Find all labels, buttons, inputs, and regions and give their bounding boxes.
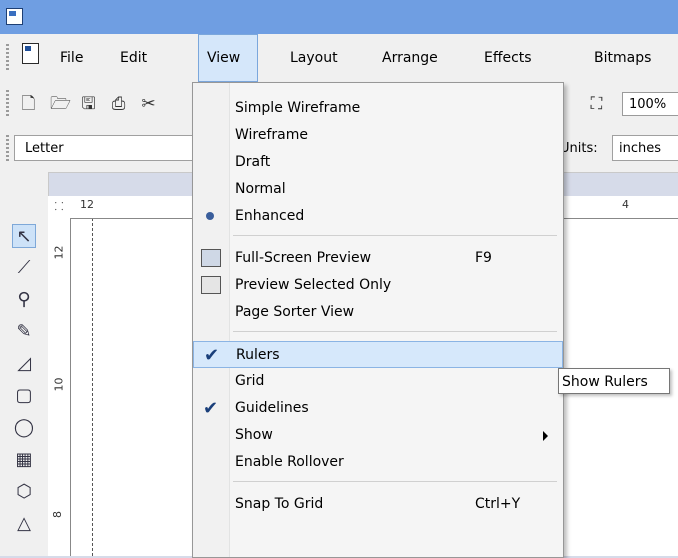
cut-icon[interactable]: ✂: [140, 94, 157, 114]
menu-item-page-sorter-view[interactable]: Page Sorter View: [193, 299, 563, 326]
menu-item-label: Rulers: [236, 347, 280, 363]
menu-item-preview-selected-only[interactable]: Preview Selected Only: [193, 272, 563, 299]
menu-view[interactable]: View: [198, 34, 258, 82]
smart-fill-tool-icon[interactable]: ◿: [12, 352, 36, 376]
ruler-label: 12: [80, 198, 94, 211]
menu-file[interactable]: File: [52, 34, 91, 82]
ellipse-tool-icon[interactable]: ◯: [12, 416, 36, 440]
zoom-level-field[interactable]: 100%: [622, 92, 678, 116]
menu-item-draft[interactable]: Draft: [193, 149, 563, 176]
zoom-icon[interactable]: ⛶: [588, 94, 605, 114]
save-icon[interactable]: 🖫: [80, 94, 97, 114]
basic-shapes-tool-icon[interactable]: ⬡: [12, 480, 36, 504]
menu-item-label: Preview Selected Only: [235, 277, 392, 293]
menu-item-shortcut: F9: [475, 250, 492, 266]
menu-bar: File Edit View Layout Arrange Effects Bi…: [0, 34, 678, 83]
print-icon[interactable]: ⎙: [110, 94, 127, 114]
menu-item-grid[interactable]: Grid: [193, 368, 563, 395]
menu-item-label: Enhanced: [235, 208, 305, 224]
menu-separator: [233, 235, 557, 236]
menu-item-shortcut: Ctrl+Y: [475, 496, 521, 512]
pick-tool-icon[interactable]: ↖: [12, 224, 36, 248]
menu-item-label: Simple Wireframe: [235, 100, 361, 116]
page-border: [92, 218, 93, 556]
ruler-origin-icon[interactable]: ⸬: [48, 196, 70, 218]
checkmark-icon: ✔: [204, 345, 220, 366]
new-document-icon[interactable]: 🗋: [20, 94, 37, 114]
menu-item-label: Enable Rollover: [235, 454, 344, 470]
app-icon[interactable]: [6, 8, 23, 25]
paper-size-select[interactable]: Letter: [14, 135, 214, 161]
monitor-icon: [201, 249, 221, 267]
ruler-label: 8: [51, 511, 64, 518]
menu-arrange[interactable]: Arrange: [374, 34, 446, 82]
document-menu-icon[interactable]: [22, 43, 39, 64]
menu-item-rulers[interactable]: ✔ Rulers: [193, 341, 563, 368]
menu-bitmaps[interactable]: Bitmaps: [586, 34, 659, 82]
checkmark-icon: ✔: [203, 398, 219, 419]
menu-item-label: Draft: [235, 154, 271, 170]
menu-item-guidelines[interactable]: ✔ Guidelines: [193, 395, 563, 422]
menu-item-label: Wireframe: [235, 127, 309, 143]
title-bar: [0, 0, 678, 34]
shape-tool-icon[interactable]: ⟋: [12, 256, 36, 280]
zoom-tool-icon[interactable]: ⚲: [12, 288, 36, 312]
rectangle-tool-icon[interactable]: ▢: [12, 384, 36, 408]
menu-item-normal[interactable]: Normal: [193, 176, 563, 203]
menu-effects[interactable]: Effects: [476, 34, 540, 82]
menu-layout[interactable]: Layout: [282, 34, 346, 82]
menu-item-enhanced[interactable]: Enhanced: [193, 203, 563, 230]
ruler-label: 10: [52, 377, 66, 392]
ruler-label: 12: [52, 245, 66, 260]
radio-selected-icon: [206, 212, 214, 220]
menu-item-wireframe[interactable]: Wireframe: [193, 122, 563, 149]
menu-item-enable-rollover[interactable]: Enable Rollover: [193, 449, 563, 476]
menubar-grip[interactable]: [6, 44, 9, 72]
open-folder-icon[interactable]: 🗁: [50, 94, 71, 114]
view-menu-dropdown: Simple Wireframe Wireframe Draft Normal …: [192, 82, 564, 558]
submenu-arrow-icon: [543, 431, 548, 441]
menu-item-label: Guidelines: [235, 400, 309, 416]
menu-separator: [233, 481, 557, 482]
property-bar-grip[interactable]: [6, 135, 9, 163]
menu-item-snap-to-grid[interactable]: Snap To Grid Ctrl+Y: [193, 491, 563, 518]
menu-item-label: Show: [235, 427, 273, 443]
ruler-label: 4: [622, 198, 629, 211]
menu-item-label: Full-Screen Preview: [235, 250, 372, 266]
toolbox: ↖ ⟋ ⚲ ✎ ◿ ▢ ◯ ▦ ⬡ △: [0, 172, 49, 556]
preview-selected-icon: [201, 276, 221, 294]
toolbar-grip[interactable]: [6, 90, 9, 118]
menu-item-simple-wireframe[interactable]: Simple Wireframe: [193, 95, 563, 122]
menu-item-label: Normal: [235, 181, 286, 197]
menu-item-label: Grid: [235, 373, 265, 389]
vertical-ruler[interactable]: 12 10 8: [48, 218, 71, 556]
units-label: Units:: [560, 141, 598, 156]
units-select[interactable]: inches: [612, 135, 678, 161]
text-tool-icon[interactable]: △: [12, 512, 36, 536]
freehand-tool-icon[interactable]: ✎: [12, 320, 36, 344]
show-rulers-tooltip: Show Rulers: [558, 368, 670, 394]
menu-item-full-screen-preview[interactable]: Full-Screen Preview F9: [193, 245, 563, 272]
polygon-tool-icon[interactable]: ▦: [12, 448, 36, 472]
menu-item-label: Page Sorter View: [235, 304, 355, 320]
menu-item-label: Snap To Grid: [235, 496, 324, 512]
menu-item-show[interactable]: Show: [193, 422, 563, 449]
menu-separator: [233, 331, 557, 332]
menu-edit[interactable]: Edit: [112, 34, 155, 82]
